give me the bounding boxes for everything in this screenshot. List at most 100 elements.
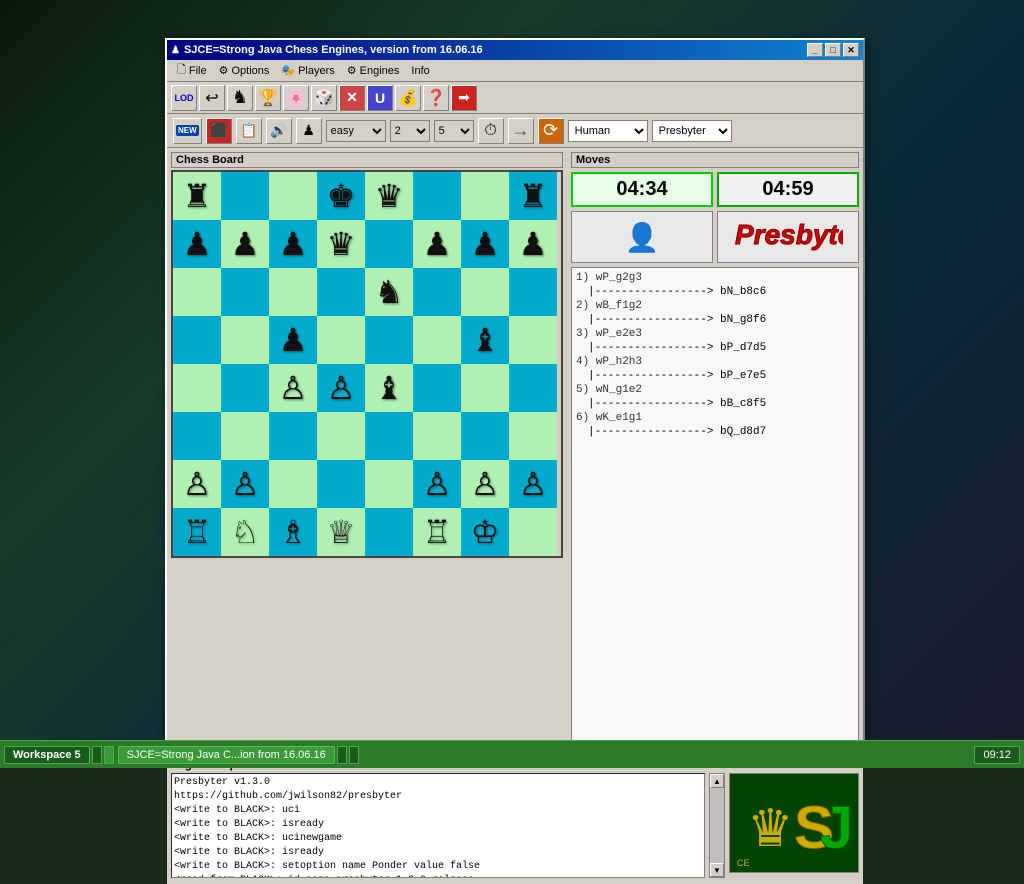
u-button[interactable]: U (367, 85, 393, 111)
taskbar-app-label[interactable]: SJCE=Strong Java C...ion from 16.06.16 (118, 746, 335, 764)
scroll-up-button[interactable]: ▲ (710, 774, 724, 788)
board-button[interactable]: ♟ (296, 118, 322, 144)
go-arrow-button[interactable]: → (508, 118, 534, 144)
money-button[interactable]: 💰 (395, 85, 421, 111)
chess-cell[interactable] (461, 364, 509, 412)
chess-cell[interactable] (317, 412, 365, 460)
difficulty-select[interactable]: easy medium hard (326, 120, 386, 142)
chess-cell[interactable] (269, 460, 317, 508)
chess-cell[interactable] (365, 508, 413, 556)
package-button[interactable]: 🎲 (311, 85, 337, 111)
chess-cell[interactable] (365, 316, 413, 364)
clock-button[interactable]: ⏱ (478, 118, 504, 144)
close-button[interactable]: ✕ (843, 43, 859, 57)
chess-cell[interactable] (509, 268, 557, 316)
maximize-button[interactable]: □ (825, 43, 841, 57)
chess-cell[interactable] (221, 268, 269, 316)
chess-cell[interactable]: ♖ (173, 508, 221, 556)
chess-cell[interactable] (173, 364, 221, 412)
chess-cell[interactable] (221, 364, 269, 412)
chess-cell[interactable]: ♙ (413, 460, 461, 508)
num1-select[interactable]: 2 1 3 (390, 120, 430, 142)
chess-cell[interactable] (221, 172, 269, 220)
chess-cell[interactable] (173, 412, 221, 460)
new-button[interactable]: NEW (173, 118, 202, 144)
chess-cell[interactable] (317, 268, 365, 316)
chess-cell[interactable] (509, 412, 557, 460)
chess-cell[interactable]: ♖ (413, 508, 461, 556)
chess-cell[interactable] (269, 172, 317, 220)
chess-cell[interactable] (221, 316, 269, 364)
chess-cell[interactable] (461, 268, 509, 316)
chess-cell[interactable]: ♝ (365, 364, 413, 412)
flower-button[interactable]: 🌸 (283, 85, 309, 111)
rotate-button[interactable]: ⟳ (538, 118, 564, 144)
chess-cell[interactable] (365, 460, 413, 508)
chess-cell[interactable]: ♚ (317, 172, 365, 220)
chess-cell[interactable] (365, 412, 413, 460)
chess-cell[interactable]: ♟ (509, 220, 557, 268)
chess-cell[interactable]: ♙ (509, 460, 557, 508)
right-arrow-button[interactable]: ➡ (451, 85, 477, 111)
x-button[interactable]: ✕ (339, 85, 365, 111)
chess-cell[interactable]: ♜ (173, 172, 221, 220)
chess-cell[interactable]: ♔ (461, 508, 509, 556)
chess-cell[interactable] (413, 172, 461, 220)
chess-cell[interactable]: ♘ (221, 508, 269, 556)
menu-file[interactable]: 🗋 File (171, 59, 213, 82)
num2-select[interactable]: 5 3 10 (434, 120, 474, 142)
chess-cell[interactable] (461, 412, 509, 460)
chess-cell[interactable] (317, 316, 365, 364)
help-button[interactable]: ❓ (423, 85, 449, 111)
undo-button[interactable]: ↩ (199, 85, 225, 111)
chess-cell[interactable]: ♟ (269, 316, 317, 364)
chess-cell[interactable] (413, 268, 461, 316)
scroll-down-button[interactable]: ▼ (710, 863, 724, 877)
chess-cell[interactable]: ♙ (173, 460, 221, 508)
chess-cell[interactable] (509, 508, 557, 556)
chess-cell[interactable] (413, 364, 461, 412)
player2-select[interactable]: Presbyter Stockfish Human (652, 120, 732, 142)
stop-button[interactable]: ⬛ (206, 118, 232, 144)
chess-cell[interactable]: ♗ (269, 508, 317, 556)
chess-cell[interactable]: ♙ (269, 364, 317, 412)
chess-board[interactable]: ♜♚♛♜♟♟♟♛♟♟♟♞♟♝♙♙♝♙♙♙♙♙♖♘♗♕♖♔ (171, 170, 563, 558)
menu-engines[interactable]: ⚙ Engines (341, 62, 406, 79)
chess-cell[interactable] (173, 316, 221, 364)
chess-cell[interactable]: ♞ (365, 268, 413, 316)
menu-options[interactable]: ⚙ Options (213, 62, 276, 79)
chess-cell[interactable] (221, 412, 269, 460)
knight-button[interactable]: ♞ (227, 85, 253, 111)
chess-cell[interactable] (317, 460, 365, 508)
moves-list[interactable]: 1) wP_g2g3|-----------------> bN_b8c62) … (571, 267, 859, 750)
chess-cell[interactable] (413, 412, 461, 460)
chess-cell[interactable]: ♙ (317, 364, 365, 412)
chess-cell[interactable]: ♙ (461, 460, 509, 508)
chess-cell[interactable] (269, 412, 317, 460)
chess-cell[interactable] (173, 268, 221, 316)
chess-cell[interactable] (509, 316, 557, 364)
chess-cell[interactable] (269, 268, 317, 316)
menu-players[interactable]: 🎭 Players (275, 62, 340, 79)
notes-button[interactable]: 📋 (236, 118, 262, 144)
minimize-button[interactable]: _ (807, 43, 823, 57)
chess-cell[interactable]: ♕ (317, 508, 365, 556)
chess-cell[interactable]: ♙ (221, 460, 269, 508)
chess-cell[interactable]: ♟ (461, 220, 509, 268)
chess-cell[interactable]: ♜ (509, 172, 557, 220)
chess-cell[interactable] (509, 364, 557, 412)
chess-cell[interactable] (413, 316, 461, 364)
chess-cell[interactable]: ♟ (413, 220, 461, 268)
workspace-label[interactable]: Workspace 5 (4, 746, 90, 764)
trophy-button[interactable]: 🏆 (255, 85, 281, 111)
engine-text[interactable]: Presbyter v1.3.0https://github.com/jwils… (171, 773, 705, 878)
player1-select[interactable]: Human Computer (568, 120, 648, 142)
chess-cell[interactable]: ♛ (365, 172, 413, 220)
chess-cell[interactable]: ♛ (317, 220, 365, 268)
sound-button[interactable]: 🔊 (266, 118, 292, 144)
lod-button[interactable]: LOD (171, 85, 197, 111)
chess-cell[interactable]: ♝ (461, 316, 509, 364)
chess-cell[interactable]: ♟ (269, 220, 317, 268)
chess-cell[interactable] (461, 172, 509, 220)
chess-cell[interactable] (365, 220, 413, 268)
